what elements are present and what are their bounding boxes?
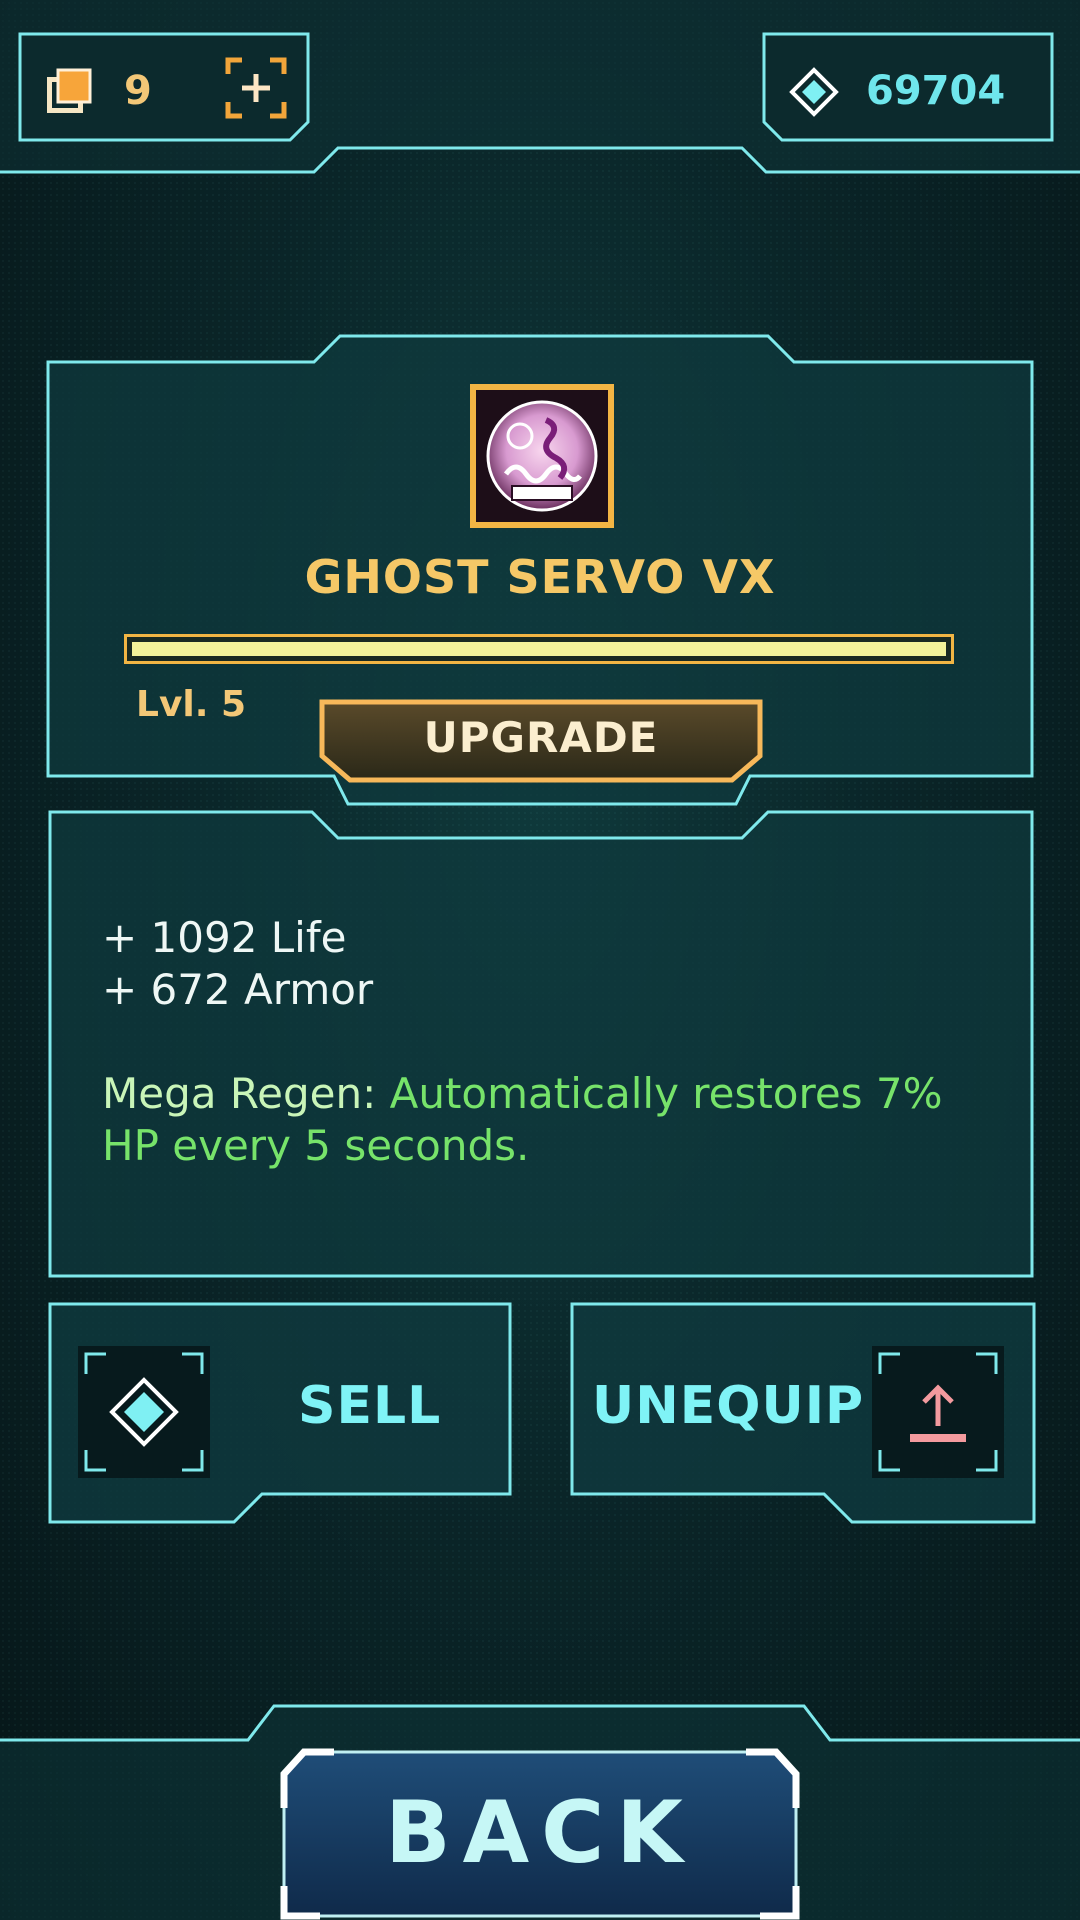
item-name: GHOST SERVO VX [304,550,776,604]
back-button[interactable]: BACK [280,1748,800,1920]
ability-name: Mega Regen: [102,1069,390,1118]
stats-text: + 1092 Life + 672 Armor Mega Regen: Auto… [102,912,1002,1172]
top-bar: 9 69704 [0,0,1080,175]
upgrade-button[interactable]: UPGRADE [318,698,764,788]
xp-progress-bar [124,634,954,664]
add-cards-button[interactable] [224,56,288,120]
unequip-button[interactable]: UNEQUIP [570,1302,1036,1524]
gems-count: 69704 [866,68,1006,114]
stat-armor: + 672 Armor [102,965,374,1014]
cards-count: 9 [124,68,152,114]
diamond-gem-icon [788,66,840,118]
ability-description: Mega Regen: Automatically restores 7% HP… [102,1068,1002,1172]
gems-counter: 69704 [762,32,1054,142]
sell-label: SELL [298,1376,442,1436]
diamond-gem-icon [84,1352,204,1472]
sell-button[interactable]: SELL [48,1302,512,1524]
back-label: BACK [385,1783,695,1883]
xp-progress-fill [132,642,946,656]
item-panel: GHOST SERVO VX Lvl. 5 UPGRADE [46,334,1034,808]
cards-stack-icon [44,66,94,116]
sell-icon-frame [78,1346,210,1478]
upgrade-label: UPGRADE [423,713,659,762]
unequip-label: UNEQUIP [592,1376,865,1436]
stat-life: + 1092 Life [102,913,347,962]
upload-arrow-icon [878,1352,998,1472]
stats-panel: + 1092 Life + 672 Armor Mega Regen: Auto… [48,810,1034,1278]
cards-counter: 9 [18,32,310,142]
bottom-bar: BACK [0,1700,1080,1920]
add-plus-icon [225,57,287,119]
item-level: Lvl. 5 [136,684,247,725]
unequip-icon-frame [872,1346,1004,1478]
ghost-servo-item-icon[interactable] [470,384,614,528]
